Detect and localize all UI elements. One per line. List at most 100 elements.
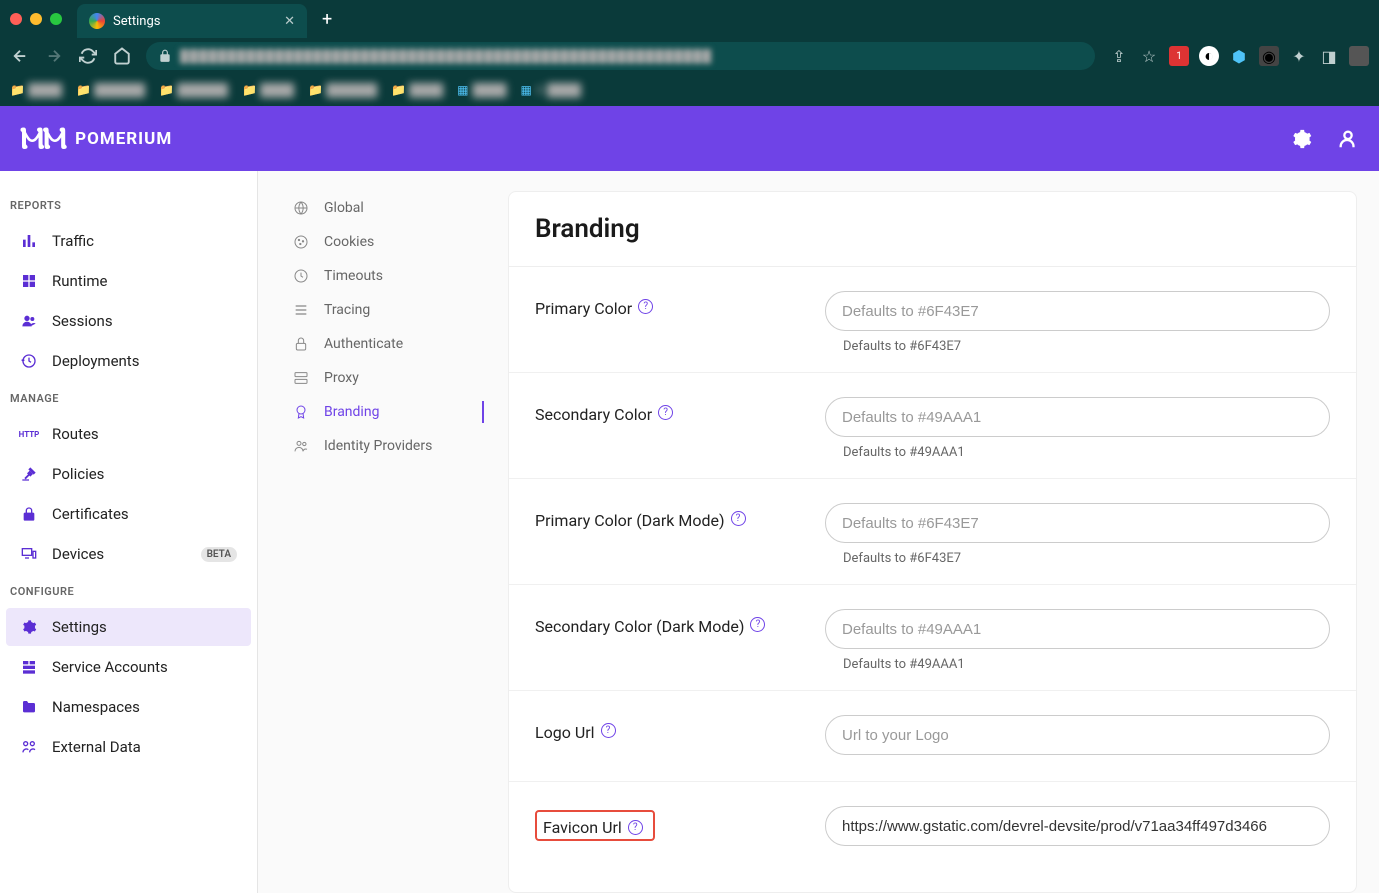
field-label: Logo Url [535, 723, 595, 742]
subnav-label: Proxy [324, 370, 359, 386]
lock-icon [158, 49, 172, 63]
window-minimize[interactable] [30, 13, 42, 25]
nav-devices[interactable]: Devices BETA [6, 535, 251, 573]
url-bar[interactable]: ████████████████████████████████████████… [146, 42, 1095, 70]
nav-label: Routes [52, 425, 99, 443]
help-icon[interactable]: ? [628, 820, 643, 835]
extension-icon[interactable]: ◉ [1259, 46, 1279, 66]
browser-tab[interactable]: Settings ✕ [77, 4, 307, 38]
secondary-color-dark-input[interactable] [825, 609, 1330, 649]
secondary-color-input[interactable] [825, 397, 1330, 437]
field-label: Favicon Url [543, 818, 622, 837]
bookmark-folder[interactable]: 📁██████ [76, 83, 145, 97]
bookmark-link[interactable]: ▦████ [457, 83, 506, 97]
subnav-branding[interactable]: Branding [278, 395, 508, 429]
devices-icon [20, 545, 38, 563]
help-text: Defaults to #49AAA1 [843, 445, 1330, 460]
settings-panel: Branding Primary Color ? Defaults to #6F… [508, 191, 1357, 893]
bookmark-folder[interactable]: 📁████ [242, 83, 294, 97]
subnav-identity-providers[interactable]: Identity Providers [278, 429, 508, 463]
field-logo-url: Logo Url ? [509, 691, 1356, 782]
cookie-icon [292, 233, 310, 251]
nav-label: Settings [52, 618, 107, 636]
help-icon[interactable]: ? [731, 511, 746, 526]
bookmark-link[interactable]: ▦G ████ [520, 83, 581, 97]
lock-icon [20, 505, 38, 523]
primary-color-dark-input[interactable] [825, 503, 1330, 543]
nav-namespaces[interactable]: Namespaces [6, 688, 251, 726]
bookmark-folder[interactable]: 📁██████ [308, 83, 377, 97]
window-maximize[interactable] [50, 13, 62, 25]
highlight-annotation: Favicon Url ? [535, 810, 655, 841]
profile-icon[interactable] [1349, 46, 1369, 66]
nav-sessions[interactable]: Sessions [6, 302, 251, 340]
gear-icon [20, 618, 38, 636]
primary-color-input[interactable] [825, 291, 1330, 331]
extensions-icon[interactable]: ✦ [1289, 46, 1309, 66]
nav-label: External Data [52, 738, 141, 756]
share-icon[interactable]: ⇪ [1109, 46, 1129, 66]
subnav-proxy[interactable]: Proxy [278, 361, 508, 395]
subnav-tracing[interactable]: Tracing [278, 293, 508, 327]
nav-policies[interactable]: Policies [6, 455, 251, 493]
field-label: Secondary Color (Dark Mode) [535, 617, 744, 636]
section-configure: CONFIGURE [0, 575, 257, 606]
extension-icon[interactable]: ◐ [1199, 46, 1219, 66]
reload-icon[interactable] [78, 46, 98, 66]
nav-traffic[interactable]: Traffic [6, 222, 251, 260]
subnav-label: Identity Providers [324, 438, 432, 454]
nav-label: Traffic [52, 232, 94, 250]
gavel-icon [20, 465, 38, 483]
help-icon[interactable]: ? [658, 405, 673, 420]
star-icon[interactable]: ☆ [1139, 46, 1159, 66]
nav-certificates[interactable]: Certificates [6, 495, 251, 533]
subnav-timeouts[interactable]: Timeouts [278, 259, 508, 293]
beta-badge: BETA [201, 547, 237, 562]
nav-external-data[interactable]: External Data [6, 728, 251, 766]
bookmark-folder[interactable]: 📁██████ [159, 83, 228, 97]
subnav-cookies[interactable]: Cookies [278, 225, 508, 259]
nav-service-accounts[interactable]: Service Accounts [6, 648, 251, 686]
tab-bar: Settings ✕ + [0, 0, 1379, 38]
help-text: Defaults to #6F43E7 [843, 551, 1330, 566]
nav-deployments[interactable]: Deployments [6, 342, 251, 380]
window-close[interactable] [10, 13, 22, 25]
forward-icon[interactable] [44, 46, 64, 66]
nav-label: Runtime [52, 272, 107, 290]
dashboard-icon [20, 272, 38, 290]
tab-close-icon[interactable]: ✕ [284, 14, 295, 29]
help-icon[interactable]: ? [750, 617, 765, 632]
nav-runtime[interactable]: Runtime [6, 262, 251, 300]
user-icon[interactable] [1337, 128, 1359, 150]
users-icon [20, 312, 38, 330]
subnav-label: Timeouts [324, 268, 383, 284]
bookmark-folder[interactable]: 📁████ [391, 83, 443, 97]
badge-icon [292, 403, 310, 421]
extension-icon[interactable]: ⬢ [1229, 46, 1249, 66]
favicon-url-input[interactable] [825, 806, 1330, 846]
help-icon[interactable]: ? [638, 299, 653, 314]
settings-gear-icon[interactable] [1290, 128, 1312, 150]
new-tab-button[interactable]: + [322, 9, 332, 30]
logo[interactable]: ⲘⲘ POMERIUM [20, 121, 172, 156]
back-icon[interactable] [10, 46, 30, 66]
app-body: REPORTS Traffic Runtime Sessions Deploym… [0, 171, 1379, 893]
nav-routes[interactable]: HTTP Routes [6, 415, 251, 453]
brand-text: POMERIUM [75, 129, 172, 149]
nav-bar: ████████████████████████████████████████… [0, 38, 1379, 74]
nav-settings[interactable]: Settings [6, 608, 251, 646]
clock-icon [292, 267, 310, 285]
logo-url-input[interactable] [825, 715, 1330, 755]
accounts-icon [20, 658, 38, 676]
tab-title: Settings [113, 14, 160, 29]
subnav-authenticate[interactable]: Authenticate [278, 327, 508, 361]
field-label: Secondary Color [535, 405, 652, 424]
home-icon[interactable] [112, 46, 132, 66]
extension-icon[interactable]: 1 [1169, 46, 1189, 66]
bookmark-folder[interactable]: 📁████ [10, 83, 62, 97]
nav-label: Devices [52, 545, 104, 563]
subnav-global[interactable]: Global [278, 191, 508, 225]
sidepanel-icon[interactable]: ◨ [1319, 46, 1339, 66]
history-icon [20, 352, 38, 370]
help-icon[interactable]: ? [601, 723, 616, 738]
